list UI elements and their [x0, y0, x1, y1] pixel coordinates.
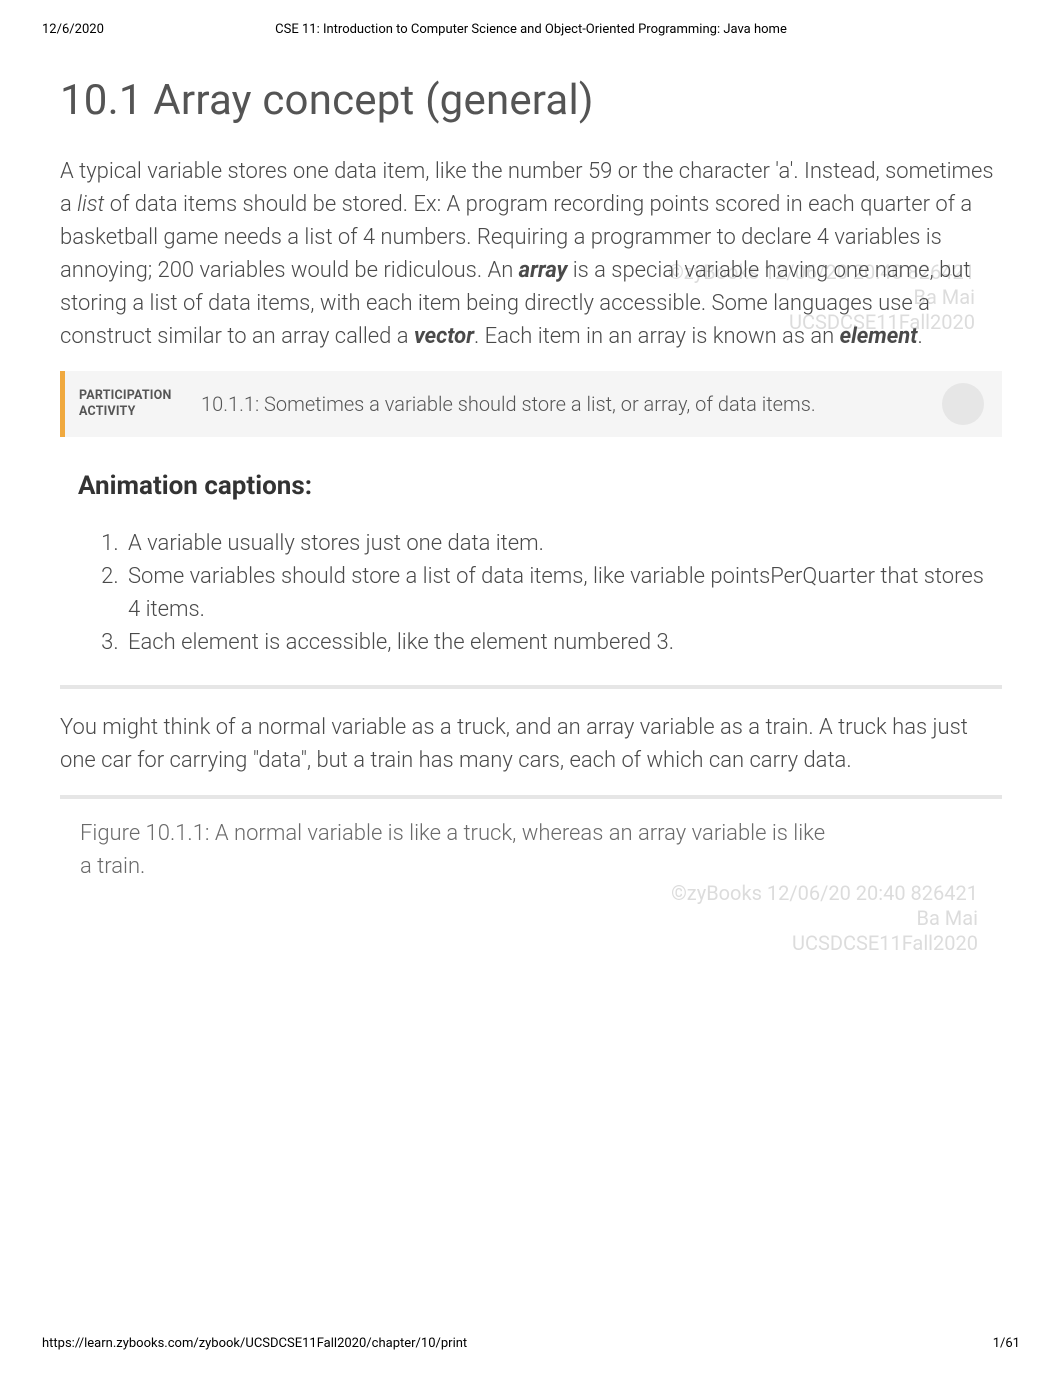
print-footer-url: https://learn.zybooks.com/zybook/UCSDCSE…	[42, 1336, 467, 1351]
figure-box: ©zyBooks 12/06/20 20:40 826421 Ba Mai UC…	[60, 795, 1002, 1125]
truck-train-paragraph: You might think of a normal variable as …	[60, 711, 1002, 777]
watermark-line: UCSDCSE11Fall2020	[792, 931, 978, 955]
animation-captions-box: Animation captions: A variable usually s…	[60, 437, 1002, 689]
activity-label-line: ACTIVITY	[79, 404, 136, 419]
watermark-line: Ba Mai	[916, 906, 978, 930]
term-array: array	[519, 258, 568, 283]
print-header-title: CSE 11: Introduction to Computer Science…	[275, 22, 787, 37]
content-area: ©zyBooks 12/06/20 20:40 826421 Ba Mai UC…	[42, 50, 1020, 1322]
term-vector: vector	[414, 324, 474, 349]
activity-label: PARTICIPATION ACTIVITY	[79, 388, 191, 419]
captions-heading: Animation captions:	[78, 471, 992, 501]
print-header-date: 12/6/2020	[42, 22, 104, 37]
activity-title: 10.1.1: Sometimes a variable should stor…	[191, 392, 930, 416]
intro-paragraph: A typical variable stores one data item,…	[60, 155, 1002, 353]
captions-list: A variable usually stores just one data …	[78, 527, 992, 659]
section-title: 10.1 Array concept (general)	[60, 76, 1002, 125]
term-element: element	[840, 324, 918, 349]
list-item: Each element is accessible, like the ele…	[124, 626, 992, 659]
para-text: .	[918, 324, 923, 349]
list-item: A variable usually stores just one data …	[124, 527, 992, 560]
italic-list: list	[77, 192, 104, 217]
para-text: . Each item in an array is known as an	[474, 324, 840, 349]
watermark-bottom: ©zyBooks 12/06/20 20:40 826421 Ba Mai UC…	[671, 881, 978, 956]
page: 12/6/2020 CSE 11: Introduction to Comput…	[0, 0, 1062, 1377]
figure-title: Figure 10.1.1: A normal variable is like…	[80, 817, 830, 883]
activity-status-icon[interactable]	[942, 383, 984, 425]
watermark-line: ©zyBooks 12/06/20 20:40 826421	[671, 881, 978, 905]
participation-activity-bar: PARTICIPATION ACTIVITY 10.1.1: Sometimes…	[60, 371, 1002, 437]
print-footer-page: 1/61	[993, 1336, 1020, 1351]
activity-label-line: PARTICIPATION	[79, 388, 171, 403]
list-item: Some variables should store a list of da…	[124, 560, 992, 626]
